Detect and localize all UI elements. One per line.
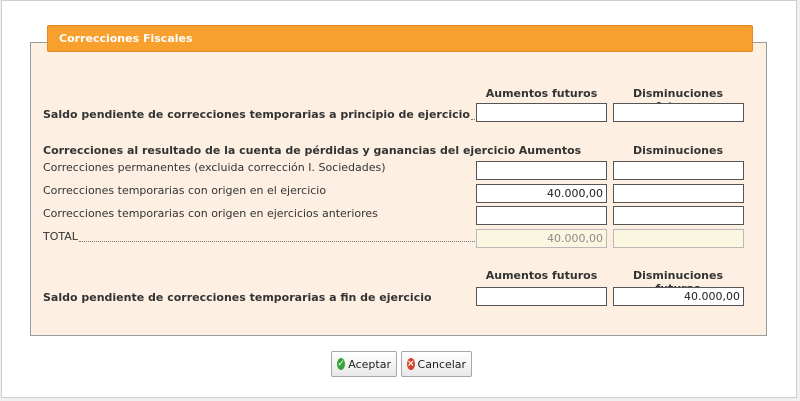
row-label-end-balance: Saldo pendiente de correcciones temporar… <box>43 291 432 305</box>
row-label-text: Saldo pendiente de correcciones temporar… <box>43 108 470 121</box>
permanent-increase-input[interactable] <box>476 161 607 180</box>
leader-dots <box>78 240 475 242</box>
accept-button[interactable]: ✓ Aceptar <box>331 351 397 377</box>
row-label-text: TOTAL <box>43 230 78 243</box>
start-balance-decrease-input[interactable] <box>613 103 744 122</box>
row-label-text: Saldo pendiente de correcciones temporar… <box>43 291 432 304</box>
row-label-text: Correcciones temporarias con origen en e… <box>43 207 378 220</box>
row-label-permanent-corrections: Correcciones permanentes (excluida corre… <box>43 161 386 175</box>
row-label-text: Correcciones temporarias con origen en e… <box>43 184 327 197</box>
col-header-increases: Aumentos <box>518 144 582 157</box>
start-balance-increase-input[interactable] <box>476 103 607 122</box>
check-circle-icon: ✓ <box>337 358 346 370</box>
end-balance-decrease-input[interactable] <box>613 287 744 306</box>
temporary-current-decrease-input[interactable] <box>613 184 744 203</box>
total-decrease-field <box>613 229 744 248</box>
row-label-start-balance: Saldo pendiente de correcciones temporar… <box>43 108 475 122</box>
col-header-future-increases: Aumentos futuros <box>485 87 598 100</box>
cancel-circle-icon: × <box>407 358 415 370</box>
col-header-future-increases-end: Aumentos futuros <box>485 269 598 282</box>
temporary-previous-decrease-input[interactable] <box>613 206 744 225</box>
cancel-button-label: Cancelar <box>417 357 467 371</box>
end-balance-increase-input[interactable] <box>476 287 607 306</box>
temporary-current-increase-input[interactable] <box>476 184 607 203</box>
row-label-temporary-current: Correcciones temporarias con origen en e… <box>43 184 326 198</box>
permanent-decrease-input[interactable] <box>613 161 744 180</box>
accept-button-label: Aceptar <box>348 357 391 371</box>
section-heading-result-corrections: Correcciones al resultado de la cuenta d… <box>43 144 516 157</box>
cancel-button[interactable]: × Cancelar <box>401 351 472 377</box>
panel-title: Correcciones Fiscales <box>47 25 753 52</box>
leader-dots <box>470 118 475 120</box>
temporary-previous-increase-input[interactable] <box>476 206 607 225</box>
row-label-total: TOTAL <box>43 230 475 244</box>
row-label-text: Correcciones permanentes (excluida corre… <box>43 161 386 174</box>
col-header-decreases: Disminuciones <box>632 144 724 157</box>
row-label-temporary-previous: Correcciones temporarias con origen en e… <box>43 207 378 221</box>
total-increase-field <box>476 229 607 248</box>
